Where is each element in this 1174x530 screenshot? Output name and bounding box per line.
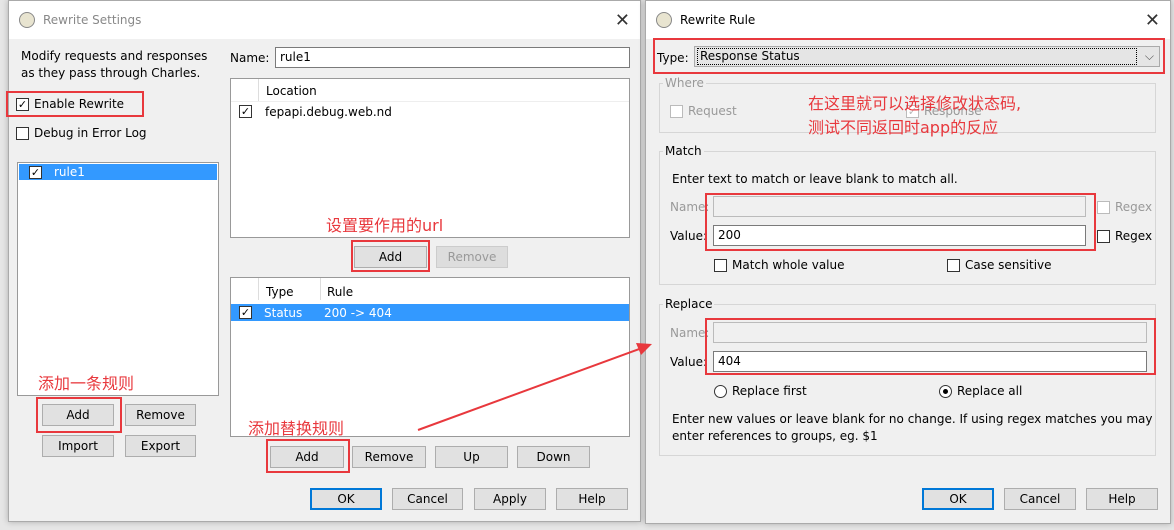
annotation-arrow	[417, 343, 652, 431]
